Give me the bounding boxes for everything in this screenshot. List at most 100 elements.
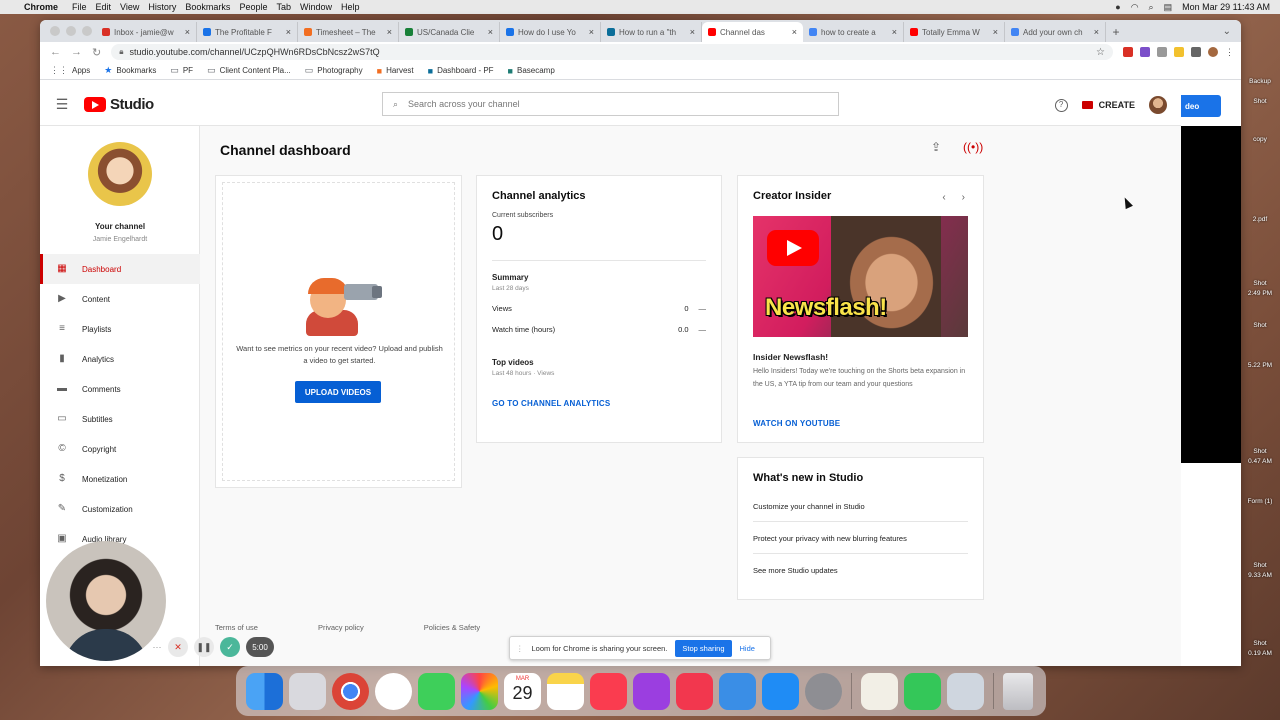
desktop-file-label[interactable]: Backup: [1240, 78, 1280, 85]
account-avatar[interactable]: [1149, 96, 1167, 114]
new-tab-button[interactable]: +: [1106, 22, 1126, 42]
tab-search-icon[interactable]: ⌄: [1223, 22, 1231, 42]
browser-tab[interactable]: Totally Emma W ×: [904, 22, 1005, 42]
bookmark-apps[interactable]: ⋮⋮ Apps: [50, 65, 90, 76]
extension-icon[interactable]: [1140, 47, 1150, 57]
extension-icon[interactable]: [1123, 47, 1133, 57]
podcasts-icon[interactable]: [633, 672, 670, 710]
preview-icon[interactable]: [947, 672, 984, 710]
control-center-icon[interactable]: ▤: [1164, 2, 1173, 13]
pause-recording-button[interactable]: ❚❚: [194, 637, 214, 657]
menu-bookmarks[interactable]: Bookmarks: [185, 2, 239, 12]
close-tab-icon[interactable]: ×: [488, 27, 493, 37]
studio-logo[interactable]: Studio: [84, 96, 154, 113]
help-icon[interactable]: ?: [1054, 98, 1068, 112]
bookmark-star-icon[interactable]: ☆: [1096, 47, 1105, 58]
messages-icon[interactable]: [418, 672, 455, 710]
news-icon[interactable]: [676, 672, 713, 710]
extension-icon[interactable]: [1157, 47, 1167, 57]
sidebar-item-dashboard[interactable]: ▦ Dashboard: [40, 254, 200, 284]
hamburger-menu-icon[interactable]: ☰: [40, 96, 84, 113]
close-tab-icon[interactable]: ×: [993, 27, 998, 37]
forward-icon[interactable]: →: [71, 46, 82, 58]
photos-icon[interactable]: [461, 672, 498, 710]
channel-search-input[interactable]: ⌕ Search across your channel: [382, 92, 839, 116]
extension-icon[interactable]: [1174, 47, 1184, 57]
sidebar-item-content[interactable]: ▶ Content: [40, 284, 200, 314]
browser-tab[interactable]: Add your own ch ×: [1005, 22, 1106, 42]
bookmark-bookmarks[interactable]: ★ Bookmarks: [104, 65, 156, 76]
lock-icon[interactable]: 🔒︎: [119, 47, 123, 57]
finder-icon[interactable]: [246, 672, 283, 710]
bookmark-basecamp[interactable]: ■ Basecamp: [508, 66, 555, 76]
whats-new-item[interactable]: See more Studio updates: [753, 554, 968, 585]
minimize-window-button[interactable]: [66, 26, 76, 36]
chevron-left-icon[interactable]: ‹: [942, 192, 945, 203]
system-preferences-icon[interactable]: [805, 672, 842, 710]
menu-tab[interactable]: Tab: [276, 2, 300, 12]
kebab-menu-icon[interactable]: ⋮: [1225, 47, 1234, 57]
close-tab-icon[interactable]: ×: [892, 27, 897, 37]
desktop-file-label[interactable]: Shot: [1240, 98, 1280, 105]
desktop-file-label[interactable]: Shot: [1240, 640, 1280, 647]
launchpad-icon[interactable]: [289, 672, 326, 710]
drag-handle-icon[interactable]: ⋮: [516, 644, 524, 653]
browser-tab[interactable]: The Profitable F ×: [197, 22, 298, 42]
sidebar-item-comments[interactable]: ▬ Comments: [40, 374, 200, 404]
textedit-icon[interactable]: [861, 672, 898, 710]
chrome-icon[interactable]: [332, 672, 369, 710]
close-tab-icon[interactable]: ×: [589, 27, 594, 37]
finish-recording-button[interactable]: ✓: [220, 637, 240, 657]
browser-tab[interactable]: Timesheet – The ×: [298, 22, 399, 42]
notes-icon[interactable]: [547, 672, 584, 710]
channel-avatar[interactable]: [88, 142, 152, 206]
webcam-bubble[interactable]: [46, 541, 166, 661]
cancel-recording-button[interactable]: ✕: [168, 637, 188, 657]
profile-avatar[interactable]: [1208, 47, 1218, 57]
bookmark-dashboard-pf[interactable]: ■ Dashboard - PF: [428, 66, 494, 76]
bookmark-client-content[interactable]: ▭ Client Content Pla...: [207, 65, 291, 76]
search-spotlight-icon[interactable]: ⌕: [1149, 2, 1154, 13]
sidebar-item-subtitles[interactable]: ▭ Subtitles: [40, 404, 200, 434]
policies-link[interactable]: Policies & Safety: [424, 623, 480, 632]
upload-videos-button[interactable]: UPLOAD VIDEOS: [295, 381, 381, 403]
desktop-file-label[interactable]: Form (1): [1240, 498, 1280, 505]
video-thumbnail[interactable]: Newsflash!: [753, 216, 968, 337]
menubar-clock[interactable]: Mon Mar 29 11:43 AM: [1182, 2, 1270, 12]
menu-view[interactable]: View: [120, 2, 148, 12]
browser-tab[interactable]: How to run a "th ×: [601, 22, 702, 42]
desktop-file-label[interactable]: Shot: [1240, 448, 1280, 455]
menu-window[interactable]: Window: [300, 2, 341, 12]
close-tab-icon[interactable]: ×: [387, 27, 392, 37]
sidebar-item-monetization[interactable]: $ Monetization: [40, 464, 200, 494]
privacy-link[interactable]: Privacy policy: [318, 623, 364, 632]
sidebar-item-analytics[interactable]: ▮ Analytics: [40, 344, 200, 374]
close-window-button[interactable]: [50, 26, 60, 36]
menu-people[interactable]: People: [239, 2, 276, 12]
facetime-icon[interactable]: [904, 672, 941, 710]
browser-tab[interactable]: How do I use Yo ×: [500, 22, 601, 42]
back-icon[interactable]: ←: [50, 46, 61, 58]
desktop-file-label[interactable]: copy: [1240, 136, 1280, 143]
terms-link[interactable]: Terms of use: [215, 623, 258, 632]
reload-icon[interactable]: ↻: [92, 46, 101, 59]
browser-tab[interactable]: Channel das ×: [702, 22, 803, 42]
desktop-file-label[interactable]: Shot: [1240, 322, 1280, 329]
desktop-file-label[interactable]: 2.pdf: [1240, 216, 1280, 223]
desktop-file-label[interactable]: 0.47 AM: [1240, 458, 1280, 465]
background-window-button[interactable]: deo: [1181, 95, 1221, 117]
menu-app[interactable]: Chrome: [24, 2, 72, 12]
trash-icon[interactable]: [1003, 672, 1033, 710]
upload-icon[interactable]: ⇪: [931, 140, 941, 154]
browser-tab[interactable]: how to create a ×: [803, 22, 904, 42]
menu-help[interactable]: Help: [341, 2, 369, 12]
watch-on-youtube-link[interactable]: WATCH ON YOUTUBE: [753, 419, 840, 428]
bookmark-harvest[interactable]: ■ Harvest: [377, 66, 414, 76]
menu-edit[interactable]: Edit: [96, 2, 121, 12]
close-tab-icon[interactable]: ×: [690, 27, 695, 37]
address-bar[interactable]: 🔒︎ studio.youtube.com/channel/UCzpQHWn6R…: [111, 44, 1113, 60]
app-store-icon[interactable]: [762, 672, 799, 710]
close-tab-icon[interactable]: ×: [1094, 27, 1099, 37]
zoom-window-button[interactable]: [82, 26, 92, 36]
go-to-analytics-link[interactable]: GO TO CHANNEL ANALYTICS: [492, 399, 706, 408]
